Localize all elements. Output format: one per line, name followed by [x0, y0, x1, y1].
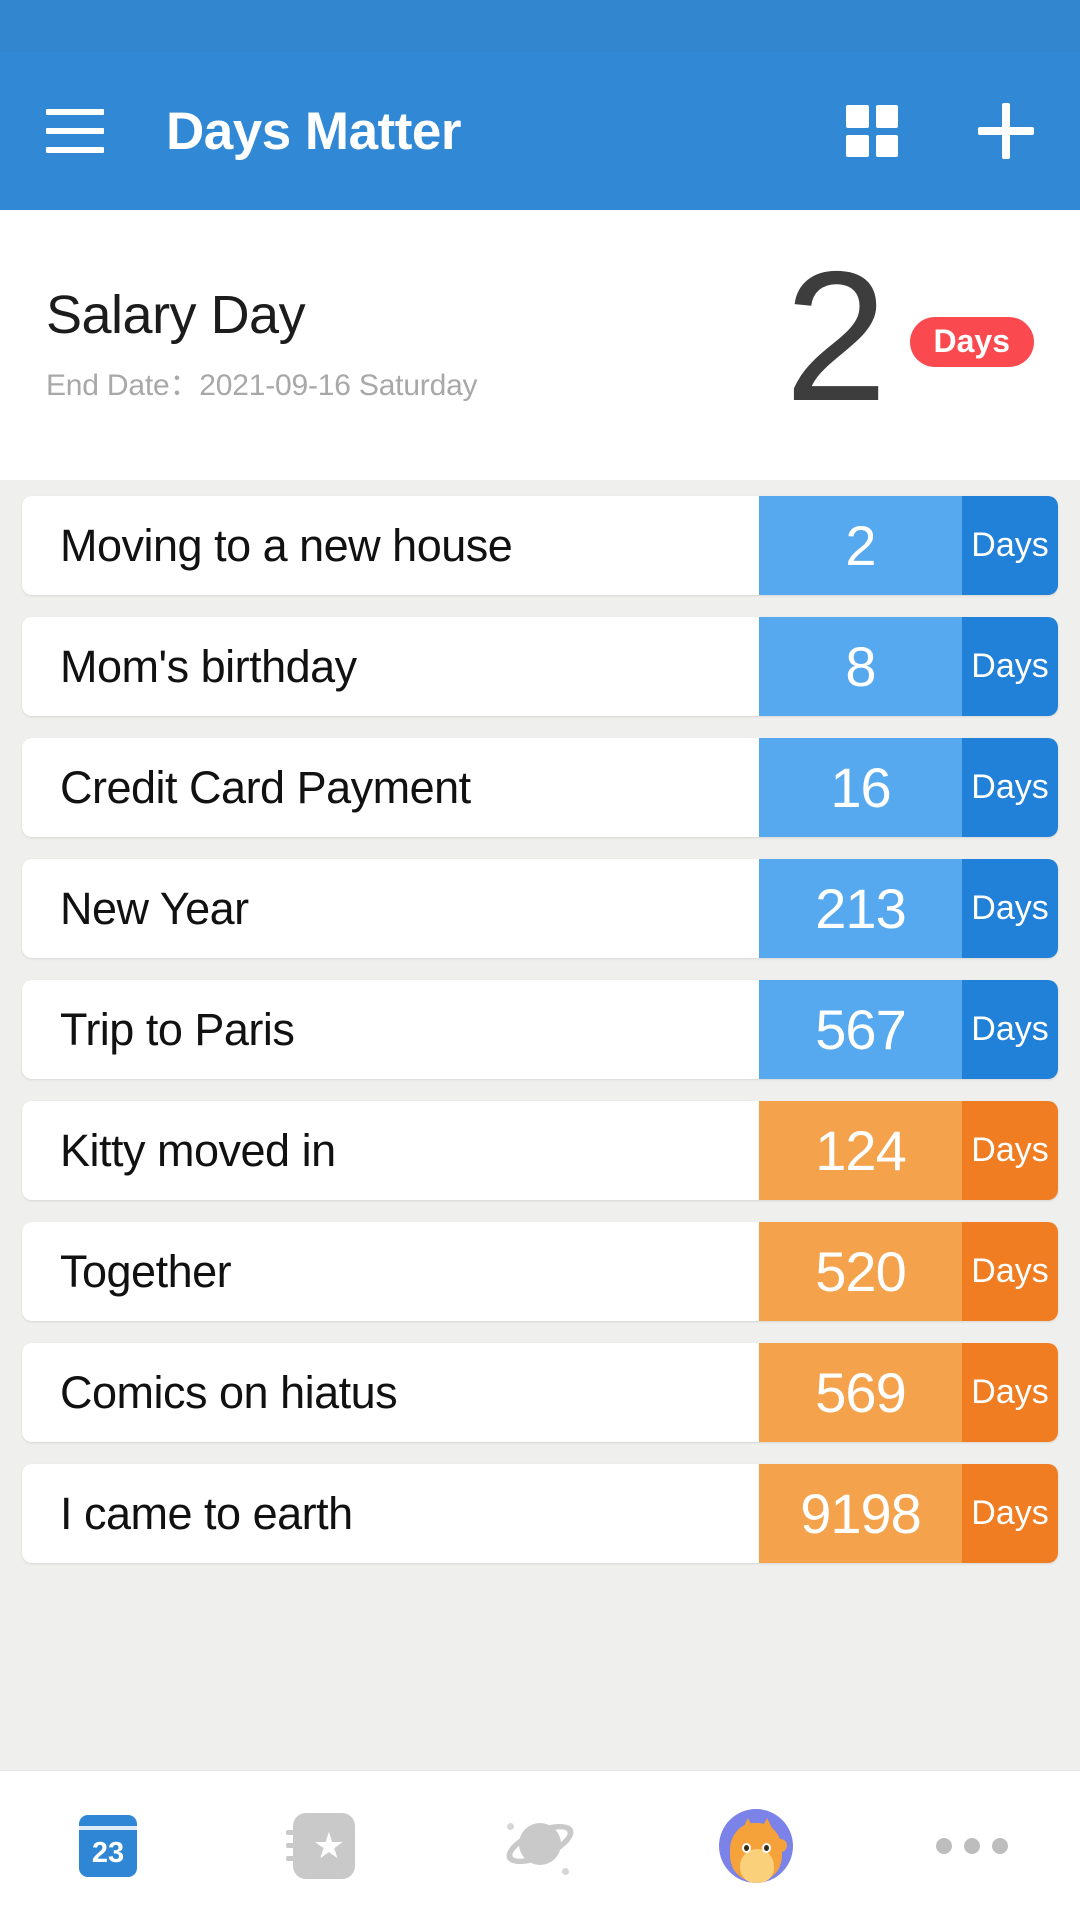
- featured-event-date-value: 2021-09-16 Saturday: [199, 369, 478, 403]
- page-title: Days Matter: [166, 101, 461, 161]
- plus-add-icon[interactable]: [978, 103, 1034, 159]
- event-row[interactable]: New Year 213 Days: [22, 859, 1058, 958]
- nav-tab-profile[interactable]: [648, 1771, 864, 1920]
- event-row[interactable]: I came to earth 9198 Days: [22, 1464, 1058, 1563]
- nav-tab-discover[interactable]: [432, 1771, 648, 1920]
- event-row[interactable]: Credit Card Payment 16 Days: [22, 738, 1058, 837]
- hamburger-menu-icon[interactable]: [46, 109, 104, 153]
- more-dots-icon: [936, 1837, 1008, 1854]
- app-screen: Days Matter Salary Day End Date：2021-09-…: [0, 0, 1080, 1920]
- event-unit: Days: [962, 980, 1058, 1079]
- event-name: New Year: [60, 882, 249, 934]
- featured-event-card[interactable]: Salary Day End Date：2021-09-16 Saturday …: [0, 210, 1080, 480]
- featured-event-unit-badge: Days: [909, 317, 1034, 367]
- event-unit: Days: [962, 496, 1058, 595]
- event-row[interactable]: Trip to Paris 567 Days: [22, 980, 1058, 1079]
- featured-event-title: Salary Day: [46, 284, 306, 345]
- event-row[interactable]: Together 520 Days: [22, 1222, 1058, 1321]
- grid-view-icon[interactable]: [846, 105, 898, 157]
- event-row[interactable]: Mom's birthday 8 Days: [22, 617, 1058, 716]
- event-unit: Days: [962, 738, 1058, 837]
- header-actions: [846, 103, 1034, 159]
- planet-icon: [501, 1811, 579, 1881]
- nav-tab-notebook[interactable]: ★: [216, 1771, 432, 1920]
- event-unit: Days: [962, 1222, 1058, 1321]
- event-name: Comics on hiatus: [60, 1366, 398, 1418]
- event-count: 213: [759, 859, 962, 958]
- featured-event-date: End Date：2021-09-16 Saturday: [46, 360, 478, 404]
- featured-event-countdown: 2 Days: [784, 234, 1034, 441]
- avatar-cat-icon: [719, 1808, 793, 1883]
- event-name: Mom's birthday: [60, 640, 357, 692]
- calendar-icon: 23: [79, 1814, 137, 1877]
- event-name: I came to earth: [60, 1487, 353, 1539]
- event-unit: Days: [962, 1343, 1058, 1442]
- event-row[interactable]: Comics on hiatus 569 Days: [22, 1343, 1058, 1442]
- event-count: 124: [759, 1101, 962, 1200]
- event-unit: Days: [962, 859, 1058, 958]
- event-count: 8: [759, 617, 962, 716]
- event-unit: Days: [962, 1464, 1058, 1563]
- event-row[interactable]: Kitty moved in 124 Days: [22, 1101, 1058, 1200]
- bottom-navigation: 23 ★: [0, 1770, 1080, 1920]
- event-list: Moving to a new house 2 Days Mom's birthday…: [0, 480, 1080, 1770]
- event-count: 16: [759, 738, 962, 837]
- nav-tab-calendar[interactable]: 23: [0, 1771, 216, 1920]
- star-glyph: ★: [312, 1824, 345, 1866]
- event-name: Moving to a new house: [60, 519, 513, 571]
- event-count: 567: [759, 980, 962, 1079]
- event-name: Trip to Paris: [60, 1003, 295, 1055]
- featured-event-date-label: End Date：: [46, 369, 200, 403]
- calendar-day-number: 23: [91, 1836, 125, 1869]
- nav-tab-more[interactable]: [864, 1771, 1080, 1920]
- event-name: Credit Card Payment: [60, 761, 471, 813]
- event-name: Kitty moved in: [60, 1124, 336, 1176]
- event-row[interactable]: Moving to a new house 2 Days: [22, 496, 1058, 595]
- event-count: 2: [759, 496, 962, 595]
- event-unit: Days: [962, 1101, 1058, 1200]
- event-count: 9198: [759, 1464, 962, 1563]
- event-unit: Days: [962, 617, 1058, 716]
- featured-event-text: Salary Day End Date：2021-09-16 Saturday: [46, 284, 478, 404]
- featured-event-count: 2: [784, 234, 888, 441]
- notebook-star-icon: ★: [286, 1812, 355, 1879]
- event-count: 520: [759, 1222, 962, 1321]
- event-name: Together: [60, 1245, 232, 1297]
- event-count: 569: [759, 1343, 962, 1442]
- app-header: Days Matter: [0, 52, 1080, 210]
- status-bar: [0, 0, 1080, 52]
